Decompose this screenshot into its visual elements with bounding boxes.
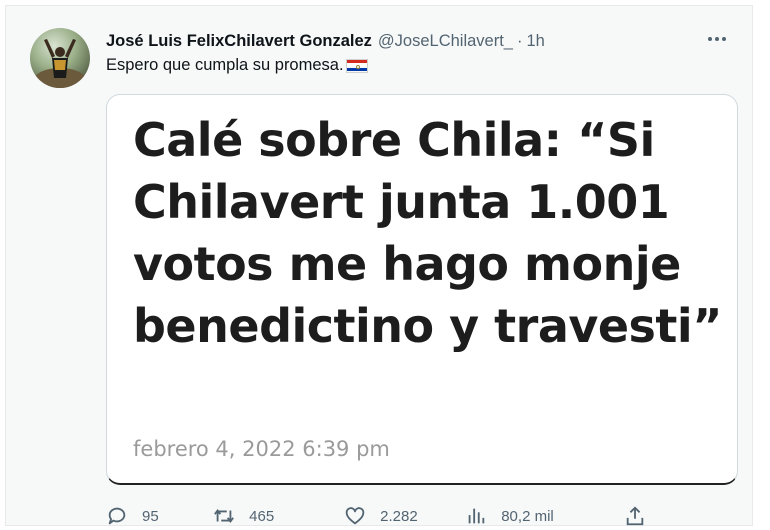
views-button[interactable]: 80,2 mil xyxy=(465,505,624,527)
reply-count: 95 xyxy=(142,507,159,525)
tweet-body: Espero que cumpla su promesa. xyxy=(106,56,344,74)
share-button[interactable] xyxy=(624,505,646,527)
views-icon xyxy=(468,508,485,524)
reply-button[interactable]: 95 xyxy=(106,505,213,527)
media-date: febrero 4, 2022 6:39 pm xyxy=(133,437,390,461)
retweet-button[interactable]: 465 xyxy=(213,505,344,527)
tweet-media-image[interactable]: Calé sobre Chila: “Si Chilavert junta 1.… xyxy=(106,94,738,485)
display-name[interactable]: José Luis FelixChilavert Gonzalez xyxy=(106,32,372,51)
separator-dot: · xyxy=(516,31,523,50)
views-count: 80,2 mil xyxy=(501,507,554,525)
avatar-photo xyxy=(34,39,86,88)
more-icon xyxy=(708,37,726,41)
tweet-text: Espero que cumpla su promesa. xyxy=(106,56,368,75)
tweet-header: José Luis FelixChilavert Gonzalez @JoseL… xyxy=(106,30,722,52)
reply-icon xyxy=(108,507,126,525)
user-handle[interactable]: @JoseLChilavert_ xyxy=(378,32,513,51)
like-button[interactable]: 2.282 xyxy=(344,505,465,527)
heart-icon xyxy=(345,507,365,525)
like-count: 2.282 xyxy=(380,507,418,525)
retweet-icon xyxy=(214,508,235,524)
media-headline: Calé sobre Chila: “Si Chilavert junta 1.… xyxy=(133,113,722,353)
avatar[interactable] xyxy=(30,28,90,88)
more-options-button[interactable] xyxy=(702,26,732,52)
paraguay-flag-icon xyxy=(345,58,368,73)
timestamp[interactable]: 1h xyxy=(526,32,544,51)
tweet-actions: 95 465 2.282 80,2 mil xyxy=(106,502,646,530)
share-icon xyxy=(626,506,644,526)
tweet-card[interactable]: José Luis FelixChilavert Gonzalez @JoseL… xyxy=(5,5,753,526)
retweet-count: 465 xyxy=(249,507,275,525)
